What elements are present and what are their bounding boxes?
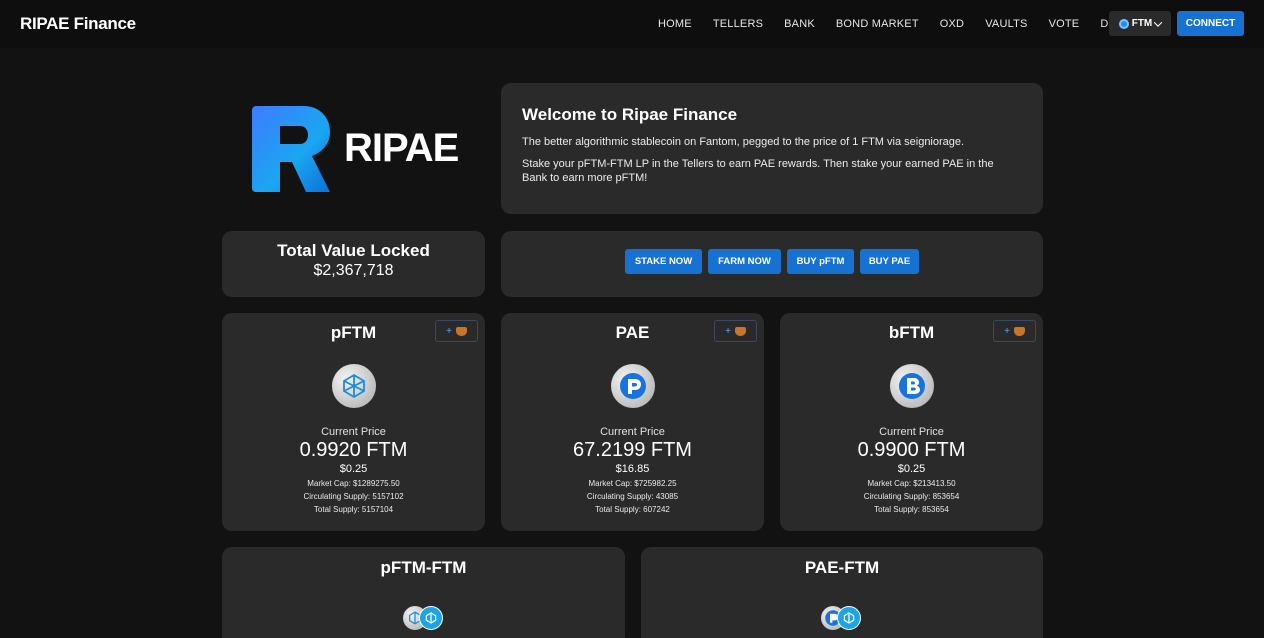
- lp-card-pftm-ftm: pFTM-FTM: [222, 547, 625, 638]
- circulating-supply: Circulating Supply: 853654: [863, 492, 960, 501]
- fantom-icon: [1118, 18, 1129, 29]
- add-to-metamask-button[interactable]: +: [714, 320, 757, 342]
- chevron-down-icon: [1154, 17, 1163, 27]
- nav-links: HOME TELLERS BANK BOND MARKET OXD VAULTS…: [658, 0, 1154, 48]
- buy-pftm-button[interactable]: BUY pFTM: [787, 249, 854, 274]
- metamask-fox-icon: [734, 326, 746, 336]
- pae-token-icon: [610, 364, 655, 408]
- welcome-card: Welcome to Ripae Finance The better algo…: [501, 83, 1043, 214]
- metamask-fox-icon: [455, 326, 467, 336]
- add-to-metamask-button[interactable]: +: [993, 320, 1036, 342]
- market-cap: Market Cap: $1289275.50: [307, 479, 400, 488]
- actions-card: STAKE NOW FARM NOW BUY pFTM BUY PAE: [501, 231, 1043, 297]
- lp-token-icons: [821, 606, 863, 630]
- total-supply: Total Supply: 607242: [595, 505, 670, 514]
- price-label: Current Price: [600, 426, 665, 438]
- plus-icon: +: [725, 325, 731, 337]
- price-ftm: 0.9900 FTM: [857, 439, 966, 461]
- lp-name: pFTM-FTM: [380, 558, 467, 577]
- lp-name: PAE-FTM: [804, 558, 880, 577]
- total-supply: Total Supply: 853654: [874, 505, 949, 514]
- tvl-value: $2,367,718: [313, 262, 394, 279]
- lp-token-icons: [402, 606, 445, 630]
- circulating-supply: Circulating Supply: 43085: [586, 492, 679, 501]
- stake-now-button[interactable]: STAKE NOW: [625, 249, 702, 274]
- buy-pae-button[interactable]: BUY PAE: [860, 249, 919, 274]
- logo-text: RIPAE: [344, 126, 459, 170]
- token-card-pftm: pFTM + Current Price 0.9920 FTM $0.25 Ma…: [222, 313, 485, 531]
- tvl-title: Total Value Locked: [277, 241, 430, 260]
- fantom-icon: [837, 606, 861, 630]
- connect-button[interactable]: CONNECT: [1177, 11, 1244, 36]
- pftm-token-icon: [331, 364, 376, 408]
- nav-link-bond-market[interactable]: BOND MARKET: [836, 18, 919, 30]
- market-cap: Market Cap: $725982.25: [588, 479, 677, 488]
- token-card-pae: PAE + Current Price 67.2199 FTM $16.85 M…: [501, 313, 764, 531]
- price-ftm: 0.9920 FTM: [299, 439, 408, 461]
- nav-link-tellers[interactable]: TELLERS: [713, 18, 763, 30]
- token-card-bftm: bFTM + Current Price 0.9900 FTM $0.25 Ma…: [780, 313, 1043, 531]
- tvl-card: Total Value Locked $2,367,718: [222, 231, 485, 297]
- price-ftm: 67.2199 FTM: [573, 439, 692, 461]
- welcome-title: Welcome to Ripae Finance: [522, 105, 738, 124]
- network-selector[interactable]: FTM: [1109, 11, 1171, 36]
- circulating-supply: Circulating Supply: 5157102: [303, 492, 404, 501]
- brand-title[interactable]: RIPAE Finance: [20, 14, 136, 34]
- nav-link-bank[interactable]: BANK: [784, 18, 815, 30]
- ripae-logo: RIPAE: [252, 104, 472, 194]
- add-to-metamask-button[interactable]: +: [435, 320, 478, 342]
- nav-link-vote[interactable]: VOTE: [1049, 18, 1080, 30]
- price-usd: $0.25: [339, 463, 368, 475]
- network-label: FTM: [1131, 18, 1153, 29]
- price-label: Current Price: [879, 426, 944, 438]
- total-supply: Total Supply: 5157104: [313, 505, 394, 514]
- price-usd: $0.25: [897, 463, 926, 475]
- market-cap: Market Cap: $213413.50: [867, 479, 956, 488]
- nav-link-home[interactable]: HOME: [658, 18, 692, 30]
- plus-icon: +: [1004, 325, 1010, 337]
- price-label: Current Price: [321, 426, 386, 438]
- ripae-r-logo-icon: [252, 106, 330, 192]
- nav-link-vaults[interactable]: VAULTS: [985, 18, 1027, 30]
- welcome-instructions: Stake your pFTM-FTM LP in the Tellers to…: [522, 158, 994, 184]
- lp-card-pae-ftm: PAE-FTM: [641, 547, 1043, 638]
- price-usd: $16.85: [615, 463, 650, 475]
- metamask-fox-icon: [1013, 326, 1025, 336]
- welcome-description: The better algorithmic stablecoin on Fan…: [522, 136, 965, 148]
- fantom-icon: [418, 606, 443, 630]
- farm-now-button[interactable]: FARM NOW: [708, 249, 781, 274]
- bftm-token-icon: [889, 364, 934, 408]
- plus-icon: +: [446, 325, 452, 337]
- nav-link-oxd[interactable]: OXD: [940, 18, 964, 30]
